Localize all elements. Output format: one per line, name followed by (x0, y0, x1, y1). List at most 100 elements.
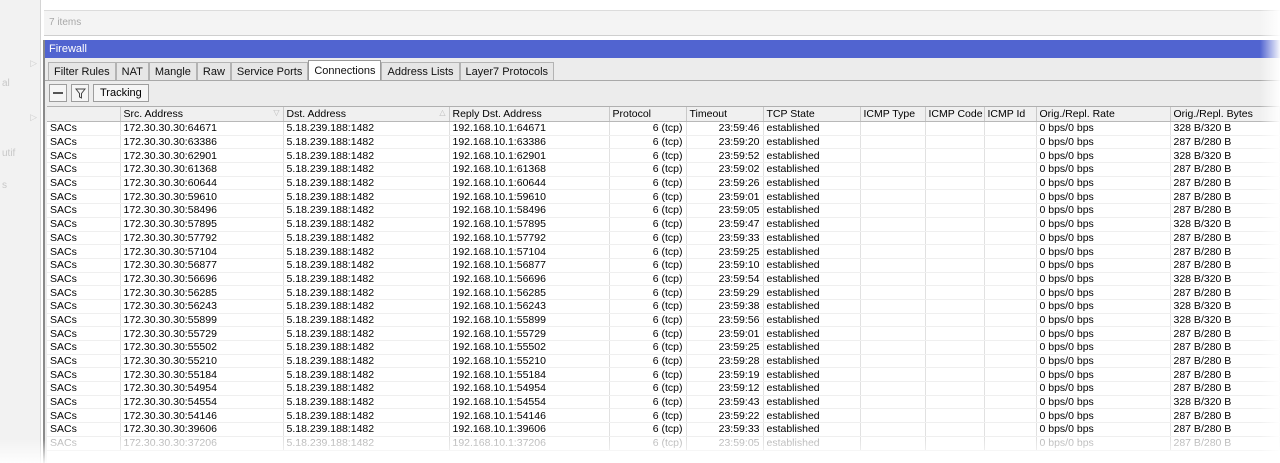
table-row[interactable]: SACs 172.30.30.30:57104 5.18.239.188:1482 1… (47, 244, 1280, 259)
column-header-icmp-id[interactable]: ICMP Id (984, 107, 1037, 122)
column-header-reply-dst-address[interactable]: Reply Dst. Address (449, 107, 610, 122)
cell-tcp-state: established (763, 176, 861, 191)
tab-mangle[interactable]: Mangle (148, 62, 197, 80)
table-row[interactable]: SACs 172.30.30.30:60644 5.18.239.188:1482 1… (47, 176, 1280, 191)
cell-src-address: 172.30.30.30:57104 (120, 244, 284, 259)
toolbar: Tracking (45, 81, 1280, 105)
cell-bytes: 287 B/280 B (1170, 326, 1280, 341)
cell-bytes: 287 B/280 B (1170, 354, 1280, 369)
cell-reply-dst-address: 192.168.10.1:57792 (449, 231, 610, 246)
cell-rate: 0 bps/0 bps (1036, 436, 1171, 451)
cell-src-address: 172.30.30.30:56696 (120, 272, 284, 287)
cell-rate: 0 bps/0 bps (1036, 258, 1171, 273)
connections-table: Src. Address ▽ Dst. Address △ Reply Dst. A… (47, 107, 1280, 451)
cell-tcp-state: established (763, 299, 861, 314)
cell-timeout: 23:59:25 (686, 244, 764, 259)
connections-table-body: SACs 172.30.30.30:64671 5.18.239.188:1482 1… (47, 121, 1280, 451)
cell-tcp-state: established (763, 381, 861, 396)
cell-src-address: 172.30.30.30:57792 (120, 231, 284, 246)
column-header-name[interactable] (47, 107, 121, 122)
column-header-protocol[interactable]: Protocol (609, 107, 687, 122)
table-row[interactable]: SACs 172.30.30.30:54146 5.18.239.188:1482 1… (47, 408, 1280, 424)
cell-reply-dst-address: 192.168.10.1:37206 (449, 436, 610, 451)
cell-timeout: 23:59:54 (686, 272, 764, 287)
cell-dst-address: 5.18.239.188:1482 (283, 272, 450, 287)
cell-reply-dst-address: 192.168.10.1:39606 (449, 422, 610, 437)
table-row[interactable]: SACs 172.30.30.30:55899 5.18.239.188:1482 1… (47, 313, 1280, 328)
cell-bytes: 287 B/280 B (1170, 367, 1280, 383)
cell-bytes: 287 B/280 B (1170, 176, 1280, 191)
cell-rate: 0 bps/0 bps (1036, 313, 1171, 328)
tab-address-lists[interactable]: Address Lists (381, 62, 460, 80)
cell-tcp-state: established (763, 217, 861, 232)
table-row[interactable]: SACs 172.30.30.30:55210 5.18.239.188:1482 1… (47, 354, 1280, 369)
table-row[interactable]: SACs 172.30.30.30:62901 5.18.239.188:1482 1… (47, 148, 1280, 164)
window-title[interactable]: Firewall (45, 40, 1280, 58)
column-header-timeout[interactable]: Timeout (686, 107, 764, 122)
cell-src-address: 172.30.30.30:56243 (120, 299, 284, 314)
column-header-tcp-state[interactable]: TCP State (763, 107, 861, 122)
cell-name: SACs (47, 272, 121, 287)
tab-service-ports[interactable]: Service Ports (230, 62, 309, 80)
table-row[interactable]: SACs 172.30.30.30:37206 5.18.239.188:1482 1… (47, 436, 1280, 451)
table-row[interactable]: SACs 172.30.30.30:57792 5.18.239.188:1482 1… (47, 231, 1280, 246)
table-row[interactable]: SACs 172.30.30.30:56877 5.18.239.188:1482 1… (47, 258, 1280, 273)
cell-icmp-code (925, 258, 985, 273)
table-row[interactable]: SACs 172.30.30.30:56243 5.18.239.188:1482 1… (47, 299, 1280, 314)
table-row[interactable]: SACs 172.30.30.30:56285 5.18.239.188:1482 1… (47, 285, 1280, 300)
table-row[interactable]: SACs 172.30.30.30:39606 5.18.239.188:1482 1… (47, 422, 1280, 437)
tab-nat[interactable]: NAT (115, 62, 149, 80)
cell-reply-dst-address: 192.168.10.1:55899 (449, 313, 610, 328)
cell-icmp-id (984, 436, 1037, 451)
column-header-rate[interactable]: Orig./Repl. Rate (1036, 107, 1171, 122)
cell-timeout: 23:59:56 (686, 313, 764, 328)
cell-icmp-id (984, 217, 1037, 232)
tab-filter-rules[interactable]: Filter Rules (48, 62, 116, 80)
table-row[interactable]: SACs 172.30.30.30:55502 5.18.239.188:1482 1… (47, 340, 1280, 355)
cell-dst-address: 5.18.239.188:1482 (283, 395, 450, 410)
column-header-src-address[interactable]: Src. Address ▽ (120, 107, 284, 122)
cell-timeout: 23:59:28 (686, 354, 764, 369)
filter-button[interactable] (71, 84, 89, 102)
column-header-label: Src. Address (123, 108, 184, 120)
tab-connections[interactable]: Connections (308, 60, 382, 80)
table-row[interactable]: SACs 172.30.30.30:55729 5.18.239.188:1482 1… (47, 326, 1280, 341)
column-header-bytes[interactable]: Orig./Repl. Bytes (1170, 107, 1280, 122)
table-row[interactable]: SACs 172.30.30.30:61368 5.18.239.188:1482 1… (47, 162, 1280, 177)
cell-icmp-type (860, 395, 926, 410)
cell-src-address: 172.30.30.30:55899 (120, 313, 284, 328)
tracking-button[interactable]: Tracking (93, 84, 149, 102)
cell-icmp-code (925, 354, 985, 369)
column-header-label: Dst. Address (286, 108, 347, 120)
table-row[interactable]: SACs 172.30.30.30:57895 5.18.239.188:1482 1… (47, 217, 1280, 232)
cell-icmp-code (925, 231, 985, 246)
cell-dst-address: 5.18.239.188:1482 (283, 422, 450, 437)
column-header-icmp-code[interactable]: ICMP Code (925, 107, 985, 122)
table-row[interactable]: SACs 172.30.30.30:63386 5.18.239.188:1482 1… (47, 135, 1280, 150)
cell-name: SACs (47, 135, 121, 150)
table-row[interactable]: SACs 172.30.30.30:58496 5.18.239.188:1482 1… (47, 203, 1280, 218)
table-row[interactable]: SACs 172.30.30.30:56696 5.18.239.188:1482 1… (47, 272, 1280, 287)
cell-src-address: 172.30.30.30:64671 (120, 121, 284, 136)
cell-timeout: 23:59:01 (686, 189, 764, 205)
cell-icmp-code (925, 340, 985, 355)
cell-icmp-type (860, 135, 926, 150)
cell-protocol: 6 (tcp) (609, 217, 687, 232)
table-row[interactable]: SACs 172.30.30.30:64671 5.18.239.188:1482 1… (47, 121, 1280, 136)
cell-tcp-state: established (763, 189, 861, 205)
column-header-icmp-type[interactable]: ICMP Type (860, 107, 926, 122)
cell-rate: 0 bps/0 bps (1036, 176, 1171, 191)
table-row[interactable]: SACs 172.30.30.30:54554 5.18.239.188:1482 1… (47, 395, 1280, 410)
table-header-row: Src. Address ▽ Dst. Address △ Reply Dst. A… (47, 107, 1280, 122)
cell-dst-address: 5.18.239.188:1482 (283, 436, 450, 451)
cell-name: SACs (47, 299, 121, 314)
table-row[interactable]: SACs 172.30.30.30:55184 5.18.239.188:1482 1… (47, 367, 1280, 383)
table-row[interactable]: SACs 172.30.30.30:54954 5.18.239.188:1482 1… (47, 381, 1280, 396)
cell-timeout: 23:59:47 (686, 217, 764, 232)
table-row[interactable]: SACs 172.30.30.30:59610 5.18.239.188:1482 1… (47, 189, 1280, 205)
minus-icon (53, 92, 63, 94)
tab-layer7-protocols[interactable]: Layer7 Protocols (459, 62, 555, 80)
remove-button[interactable] (49, 84, 67, 102)
column-header-dst-address[interactable]: Dst. Address △ (283, 107, 450, 122)
tab-raw[interactable]: Raw (196, 62, 231, 80)
